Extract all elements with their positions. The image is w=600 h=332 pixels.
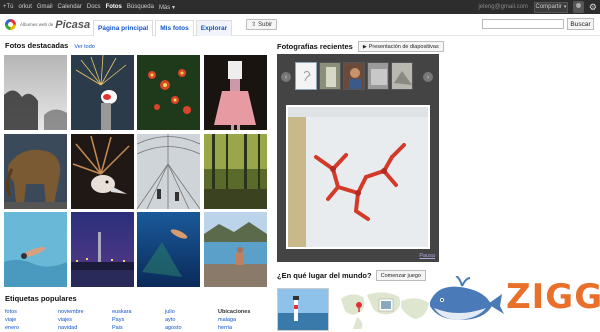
google-services-nav: +Tú orkut Gmail Calendar Docs Fotos Búsq… [0, 0, 180, 14]
recent-thumbnail[interactable] [319, 62, 341, 90]
recent-thumbnail[interactable] [391, 62, 413, 90]
recent-photos-viewer: ‹ › Pausa [277, 54, 439, 262]
play-icon: ▶ [362, 43, 367, 50]
nav-busqueda[interactable]: Búsqueda [127, 4, 154, 10]
featured-photo-forest-lake[interactable] [204, 134, 267, 209]
logo-subtitle: Álbumes web de [20, 22, 54, 27]
share-button-label: Compartir [535, 4, 562, 10]
world-map[interactable] [337, 287, 433, 331]
chevron-down-icon: ▾ [563, 4, 567, 10]
featured-photo-diver-underwater[interactable] [137, 212, 200, 287]
featured-photo-misty-trees[interactable] [4, 55, 67, 130]
upload-icon: ⇧ [251, 22, 257, 28]
tag-column: fotos viaje enero [5, 308, 19, 332]
current-recent-photo[interactable] [286, 105, 430, 249]
tag-column: euskara Pays Pais [112, 308, 132, 332]
chevron-left-icon[interactable]: ‹ [281, 72, 291, 82]
tag-link[interactable]: fotos [5, 308, 19, 316]
locations-column: Ubicaciones malaga herria [218, 308, 250, 332]
nav-more[interactable]: Más ▾ [159, 4, 175, 11]
watermark-text: ZIGG [506, 277, 600, 317]
watermark-logo: ZIGG [428, 275, 600, 326]
where-game-photo[interactable] [277, 288, 329, 331]
logo-title: Picasa [55, 18, 91, 31]
tag-link[interactable]: julio [165, 308, 182, 316]
featured-photo-flower-stamens[interactable] [137, 55, 200, 130]
tab-home[interactable]: Página principal [93, 19, 154, 36]
account-area: jeleng@gmail.com Compartir ▾ ⚙ [478, 0, 600, 14]
nav-docs[interactable]: Docs [87, 4, 101, 10]
tab-explore[interactable]: Explorar [195, 19, 233, 36]
featured-photo-crowned-crane[interactable] [71, 55, 134, 130]
nav-calendar[interactable]: Calendar [58, 4, 82, 10]
recent-thumbnail[interactable] [367, 62, 389, 90]
tag-link[interactable]: ayto [165, 316, 182, 324]
slideshow-button-label: Presentación de diapositivas [368, 43, 439, 50]
picasa-logo-icon [5, 19, 16, 30]
nav-plus-you[interactable]: +Tú [3, 4, 14, 10]
nav-fotos[interactable]: Fotos [106, 4, 122, 10]
account-email[interactable]: jeleng@gmail.com [478, 4, 527, 10]
tag-column: noviembre viajes navidad [58, 308, 84, 332]
location-link[interactable]: malaga [218, 316, 250, 324]
featured-photo-bird-feathers[interactable] [71, 134, 134, 209]
where-in-world-title: ¿En qué lugar del mundo? [277, 271, 372, 280]
featured-title: Fotos destacadas [5, 41, 69, 50]
tag-link[interactable]: viajes [58, 316, 84, 324]
locations-header: Ubicaciones [218, 309, 251, 315]
upload-button[interactable]: ⇧ Subir [246, 19, 278, 30]
share-button[interactable]: Compartir ▾ [533, 1, 568, 13]
gear-icon[interactable]: ⚙ [589, 2, 597, 12]
featured-header: Fotos destacadas Ver todo [5, 41, 95, 50]
featured-photo-night-city[interactable] [71, 212, 134, 287]
avatar[interactable] [572, 1, 584, 13]
tag-link[interactable]: euskara [112, 308, 132, 316]
featured-photo-man-on-rocks[interactable] [204, 212, 267, 287]
tag-column: julio ayto agosto [165, 308, 182, 332]
see-all-link[interactable]: Ver todo [74, 44, 95, 50]
slideshow-button[interactable]: ▶ Presentación de diapositivas [357, 41, 444, 52]
tag-link[interactable]: viaje [5, 316, 19, 324]
nav-orkut[interactable]: orkut [19, 4, 32, 10]
featured-photo-woman-red-skirt[interactable] [204, 55, 267, 130]
picasa-logo[interactable]: Álbumes web de Picasa [0, 19, 93, 31]
chevron-right-icon[interactable]: › [423, 72, 433, 82]
search-input[interactable] [482, 19, 564, 29]
nav-gmail[interactable]: Gmail [37, 4, 53, 10]
recent-thumbnail[interactable] [343, 62, 365, 90]
main-tabs: Página principal Mis fotos Explorar [93, 14, 234, 36]
featured-photo-mechanical-elephant[interactable] [4, 134, 67, 209]
picasa-header: Álbumes web de Picasa Página principal M… [0, 14, 600, 36]
tag-link[interactable]: Pays [112, 316, 132, 324]
popular-tags: fotos viaje enero noviembre viajes navid… [5, 308, 275, 331]
upload-button-label: Subir [258, 21, 273, 28]
recent-thumbnail-selected[interactable] [295, 62, 317, 90]
search-button[interactable]: Buscar [567, 18, 594, 30]
tab-my-photos[interactable]: Mis fotos [155, 19, 194, 36]
pause-link[interactable]: Pausa [419, 253, 435, 259]
start-game-button[interactable]: Comenzar juego [375, 270, 426, 281]
current-photo-image [288, 107, 428, 247]
recent-thumbnails: ‹ › [277, 58, 439, 98]
featured-photo-grid [4, 55, 270, 287]
recent-photos-title: Fotografías recientes [277, 42, 353, 51]
featured-photo-arcade-hall[interactable] [137, 134, 200, 209]
popular-tags-title: Etiquetas populares [5, 294, 77, 303]
recent-photos-header: Fotografías recientes ▶ Presentación de … [277, 41, 444, 52]
tag-link[interactable]: noviembre [58, 308, 84, 316]
where-in-world-header: ¿En qué lugar del mundo? Comenzar juego [277, 270, 426, 281]
google-top-bar: +Tú orkut Gmail Calendar Docs Fotos Búsq… [0, 0, 600, 14]
featured-photo-swimmer[interactable] [4, 212, 67, 287]
